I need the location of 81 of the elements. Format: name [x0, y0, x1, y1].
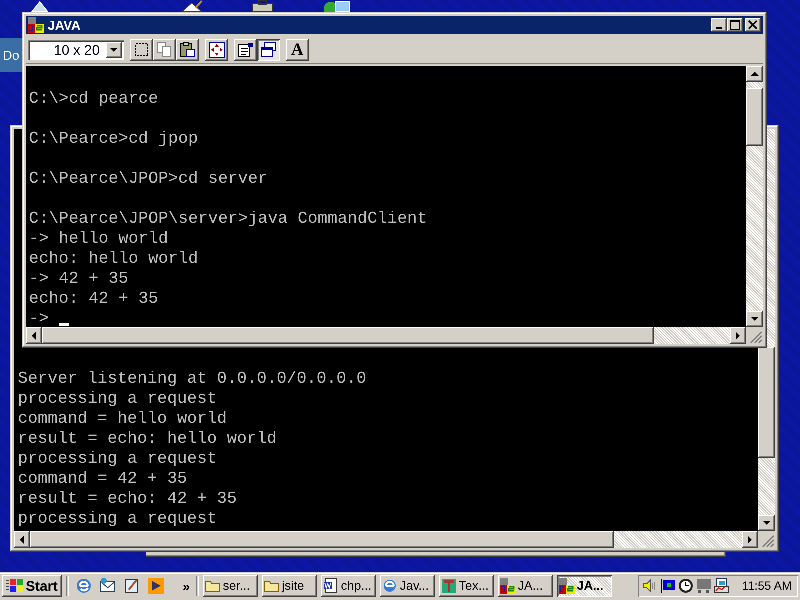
fullscreen-button[interactable]	[205, 39, 228, 61]
console-line: result = echo: hello world	[18, 429, 277, 449]
properties-icon	[238, 42, 254, 58]
desktop-icon[interactable]	[322, 0, 352, 12]
console-line: ->	[29, 309, 49, 327]
resize-grip-icon[interactable]	[746, 327, 763, 344]
window-icon	[260, 42, 276, 58]
console-line: command = hello world	[18, 409, 228, 429]
console-line: C:\>cd pearce	[29, 89, 158, 109]
maximize-icon	[730, 20, 740, 30]
console-line: processing a request	[18, 449, 218, 469]
paste-icon	[180, 42, 196, 58]
scrollbar-thumb[interactable]	[42, 327, 654, 344]
task-button[interactable]: jsite	[262, 575, 318, 597]
task-button[interactable]: JA...	[557, 575, 612, 597]
copy-button[interactable]	[153, 39, 176, 61]
console-line: command = 42 + 35	[18, 469, 188, 489]
console-line: C:\Pearce\JPOP>cd server	[29, 169, 268, 189]
console-line: C:\Pearce\JPOP\server>java CommandClient	[29, 209, 428, 229]
start-button[interactable]: Start	[2, 575, 62, 597]
console-line: result = echo: 42 + 35	[18, 489, 238, 509]
resize-grip-icon[interactable]	[758, 531, 775, 548]
minimize-icon	[716, 27, 722, 29]
scroll-down-button[interactable]	[746, 311, 763, 327]
desktop-icon-label[interactable]: Do	[0, 38, 22, 72]
ms-dos-icon	[500, 578, 516, 594]
font-button[interactable]: A	[286, 39, 309, 61]
task-button[interactable]: chp...	[321, 575, 376, 597]
clock: 11:55 AM	[742, 579, 792, 593]
desktop-icon[interactable]	[180, 0, 204, 12]
console-line: processing a request	[18, 389, 218, 409]
minimize-button[interactable]	[711, 18, 727, 32]
properties-button[interactable]	[234, 39, 257, 61]
scroll-right-button[interactable]	[730, 327, 746, 344]
clock-icon[interactable]	[678, 578, 694, 594]
ms-dos-icon	[559, 578, 576, 594]
editor-icon	[441, 578, 458, 594]
console-line: Server listening at 0.0.0.0/0.0.0.0	[18, 369, 367, 389]
scroll-left-button[interactable]	[14, 531, 30, 548]
browser-icon	[382, 578, 398, 594]
task-button[interactable]: Tex...	[439, 575, 494, 597]
scroll-down-button[interactable]	[758, 515, 775, 531]
console-line: echo: hello world	[29, 249, 198, 269]
close-icon	[748, 20, 758, 30]
console-line: echo: 42 + 35	[29, 289, 158, 309]
copy-icon	[156, 42, 172, 58]
maximize-button[interactable]	[727, 18, 743, 32]
document-icon	[323, 578, 340, 594]
console-line: processing a request	[18, 509, 218, 529]
play-icon[interactable]	[146, 577, 165, 595]
windows-logo-icon	[6, 578, 24, 594]
paste-button[interactable]	[176, 39, 199, 61]
scrollbar-thumb[interactable]	[758, 347, 775, 458]
window-title: JAVA	[48, 18, 82, 32]
scrollbar-thumb[interactable]	[30, 531, 614, 548]
task-button[interactable]: Jav...	[380, 575, 436, 597]
dropdown-arrow-icon	[110, 48, 118, 52]
monitor-icon[interactable]	[696, 578, 712, 594]
more-button[interactable]: »	[182, 578, 190, 594]
ms-dos-icon	[28, 17, 44, 33]
close-button[interactable]	[745, 18, 761, 32]
scroll-right-button[interactable]	[742, 531, 758, 548]
browser-icon[interactable]	[74, 577, 93, 595]
flag-icon[interactable]	[660, 578, 676, 594]
select-icon	[134, 42, 150, 58]
scroll-left-button[interactable]	[26, 327, 42, 344]
task-button[interactable]: JA...	[498, 575, 554, 597]
speaker-icon[interactable]	[642, 578, 658, 594]
network-icon[interactable]	[714, 578, 730, 594]
mark-button[interactable]	[130, 39, 153, 61]
scrollbar-thumb[interactable]	[746, 88, 763, 146]
console-line: -> hello world	[29, 229, 168, 249]
mail-icon[interactable]	[98, 577, 117, 595]
desktop-icon[interactable]	[250, 0, 276, 12]
console-line: -> 42 + 35	[29, 269, 129, 289]
expand-icon	[208, 42, 224, 58]
task-button[interactable]: ser...	[203, 575, 258, 597]
console-line: C:\Pearce>cd jpop	[29, 129, 198, 149]
notepad-icon[interactable]	[122, 577, 141, 595]
scroll-up-button[interactable]	[746, 66, 763, 82]
font-size-dropdown[interactable]: 10 x 20	[28, 40, 124, 60]
